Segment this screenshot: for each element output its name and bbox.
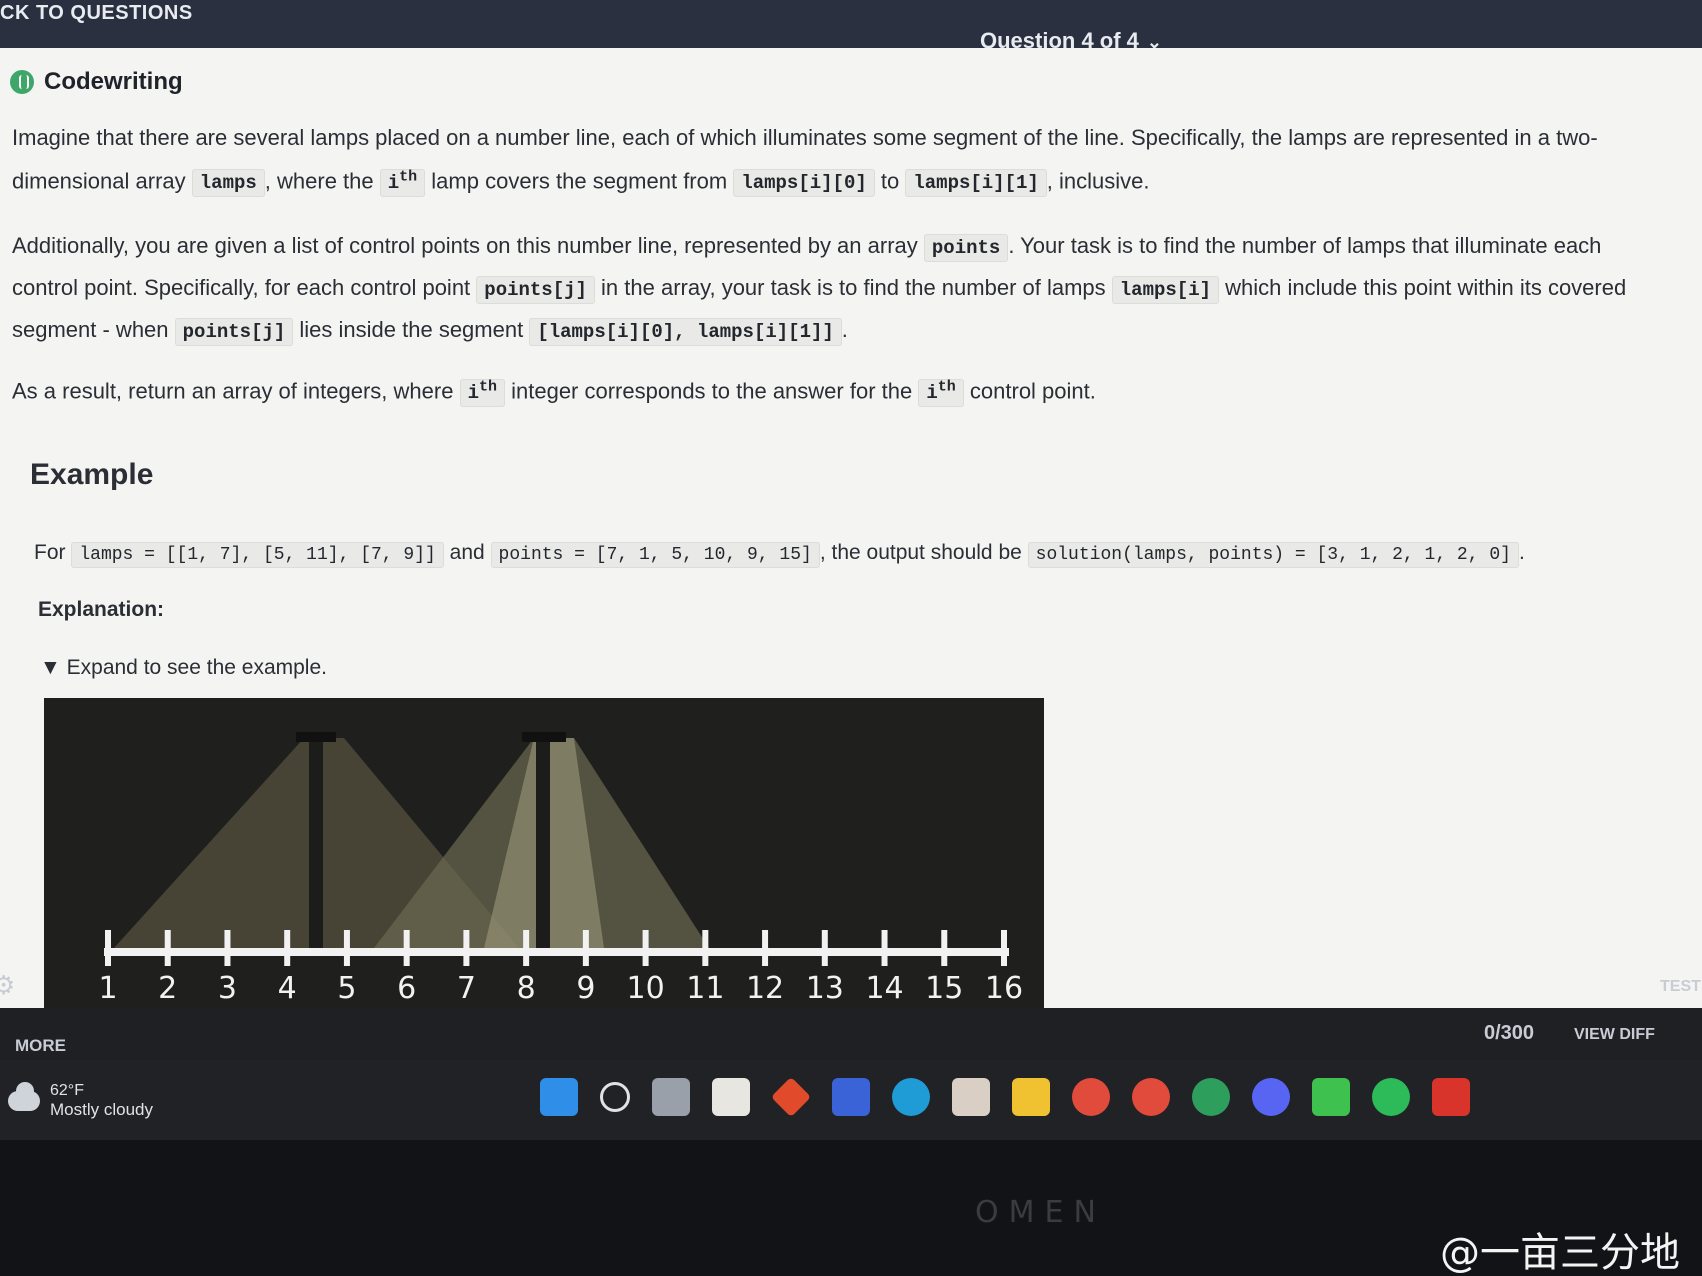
tick-label: 14 [865,971,903,1006]
code-ith-2: ith [459,379,505,408]
tick-label: 3 [218,971,237,1006]
cloud-icon [8,1082,40,1111]
taskbar-apps [540,1076,1470,1118]
more-button[interactable]: MORE [15,1036,66,1056]
code-example-points: points = [7, 1, 5, 10, 9, 15] [490,542,820,568]
tick-mark [105,930,111,966]
line-icon[interactable] [1312,1078,1350,1116]
chrome-profile-icon[interactable] [1132,1078,1170,1116]
code-lamps-i-0: lamps[i][0] [733,169,875,198]
wechat-icon[interactable] [1372,1078,1410,1116]
tick-label: 5 [337,971,356,1006]
weather-temperature: 62°F [50,1082,84,1099]
tick-label: 16 [985,971,1023,1006]
code-example-lamps: lamps = [[1, 7], [5, 11], [7, 9]] [71,542,444,568]
brand-logo: OMEN [975,1195,1106,1230]
tick-mark [403,930,410,966]
tick-label: 12 [746,971,784,1006]
example-line: For lamps = [[1, 7], [5, 11], [7, 9]] an… [34,533,1674,575]
chrome-icon[interactable] [1072,1078,1110,1116]
wps-icon[interactable] [1432,1078,1470,1116]
tick-mark [941,930,948,966]
code-points-j-2: points[j] [174,318,294,346]
tick-label: 11 [686,971,724,1006]
lamp-pole-1 [309,738,323,948]
watermark-text: @一亩三分地 [1440,1230,1680,1276]
tick-label: 2 [158,971,177,1006]
tick-mark [642,930,649,966]
windows-start-icon[interactable] [540,1078,578,1116]
tick-label: 13 [806,971,844,1006]
lamp-head-2 [522,732,566,742]
codewriting-icon [10,70,34,94]
tick-mark [463,930,470,966]
app-diamond-icon[interactable] [770,1076,812,1118]
tick-mark [762,930,769,966]
store-icon[interactable] [712,1078,750,1116]
view-diff-button[interactable]: VIEW DIFF [1574,1026,1655,1044]
tick-mark [702,930,709,966]
weather-description: Mostly cloudy [50,1100,153,1119]
tests-tab[interactable]: TEST [1660,978,1701,996]
task-panel: Codewriting Imagine that there are sever… [0,48,1702,1008]
tick-mark [343,930,350,966]
tick-label: 8 [517,971,536,1006]
code-ith-3: ith [918,379,964,408]
tick-mark [284,930,291,966]
tick-mark [821,930,828,966]
triangle-down-icon: ▼ [40,656,61,679]
task-type-header: Codewriting [10,68,183,96]
code-lamps-i: lamps[i] [1111,276,1219,304]
task-type-label: Codewriting [44,68,183,95]
editor-bottom-bar: MORE 0/300 VIEW DIFF TEST [0,978,1702,1060]
tick-mark [164,930,171,966]
lamp-head-1 [296,732,336,742]
expand-example-toggle[interactable]: ▼ Expand to see the example. [40,656,327,680]
weather-widget[interactable]: 62°F Mostly cloudy [8,1082,153,1120]
tick-mark [1001,930,1007,966]
edge-icon[interactable] [892,1078,930,1116]
app-blue-icon[interactable] [832,1078,870,1116]
tick-mark [582,930,589,966]
tick-label: 4 [278,971,297,1006]
code-ith: ith [379,169,426,198]
tick-label: 10 [627,971,665,1006]
tick-label: 6 [397,971,416,1006]
windows-taskbar: 62°F Mostly cloudy [0,1060,1702,1140]
tick-label: 15 [925,971,963,1006]
tick-mark [224,930,231,966]
tick-label: 9 [576,971,595,1006]
number-line [104,948,1009,956]
code-points-j: points[j] [476,276,595,304]
description-paragraph-2: Additionally, you are given a list of co… [12,226,1662,352]
character-count: 0/300 [1484,1022,1535,1044]
back-to-questions-link[interactable]: CK TO QUESTIONS [0,2,193,25]
lamp-illustration: 1 2 3 4 5 6 7 8 9 10 11 12 13 14 15 16 [98,732,1023,1006]
example-figure: 1 2 3 4 5 6 7 8 9 10 11 12 13 14 15 16 [44,698,1044,1008]
search-icon[interactable] [600,1082,630,1112]
top-bar: CK TO QUESTIONS Question 4 of 4 ⌄ [0,0,1702,53]
task-view-icon[interactable] [652,1078,690,1116]
code-lamps-i-1: lamps[i][1] [905,169,1047,198]
lamp-pole-2 [536,738,550,948]
gear-icon[interactable]: ⚙ [0,970,15,1001]
tick-label: 7 [457,971,476,1006]
code-example-solution: solution(lamps, points) = [3, 1, 2, 1, 2… [1027,542,1519,568]
tick-label: 1 [98,971,117,1006]
description-paragraph-3: As a result, return an array of integers… [12,368,1662,413]
monitor-bezel: OMEN @一亩三分地 [0,1140,1702,1276]
file-explorer-icon[interactable] [1012,1078,1050,1116]
code-segment: [lamps[i][0], lamps[i][1]] [529,318,842,346]
chrome-profile-2-icon[interactable] [1192,1078,1230,1116]
code-points: points [923,234,1009,262]
description-paragraph-1: Imagine that there are several lamps pla… [12,118,1662,203]
app-photo-icon[interactable] [952,1078,990,1116]
tick-mark [523,930,530,966]
tick-mark [881,930,888,966]
discord-icon[interactable] [1252,1078,1290,1116]
example-heading: Example [30,458,154,491]
explanation-label: Explanation: [38,598,165,621]
code-lamps: lamps [191,169,265,198]
